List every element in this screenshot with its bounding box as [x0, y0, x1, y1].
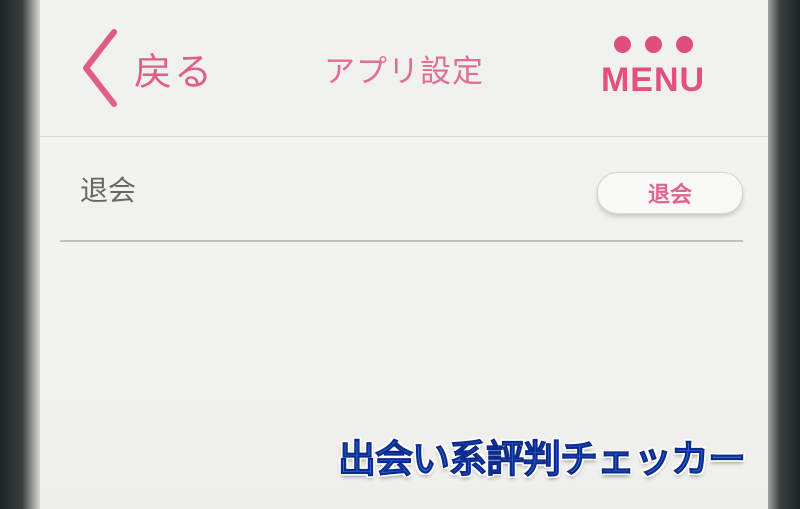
three-dots-icon — [613, 36, 693, 53]
menu-button[interactable]: MENU — [588, 36, 718, 100]
setting-row-label: 退会 — [80, 174, 137, 207]
watermark-text: 出会い系評判チェッカー — [337, 437, 746, 482]
menu-label: MENU — [600, 61, 706, 99]
setting-row-withdraw: 退会 退会 — [60, 137, 743, 242]
withdraw-button[interactable]: 退会 — [597, 172, 743, 214]
navigation-header: 戻る アプリ設定 MENU — [40, 0, 768, 137]
